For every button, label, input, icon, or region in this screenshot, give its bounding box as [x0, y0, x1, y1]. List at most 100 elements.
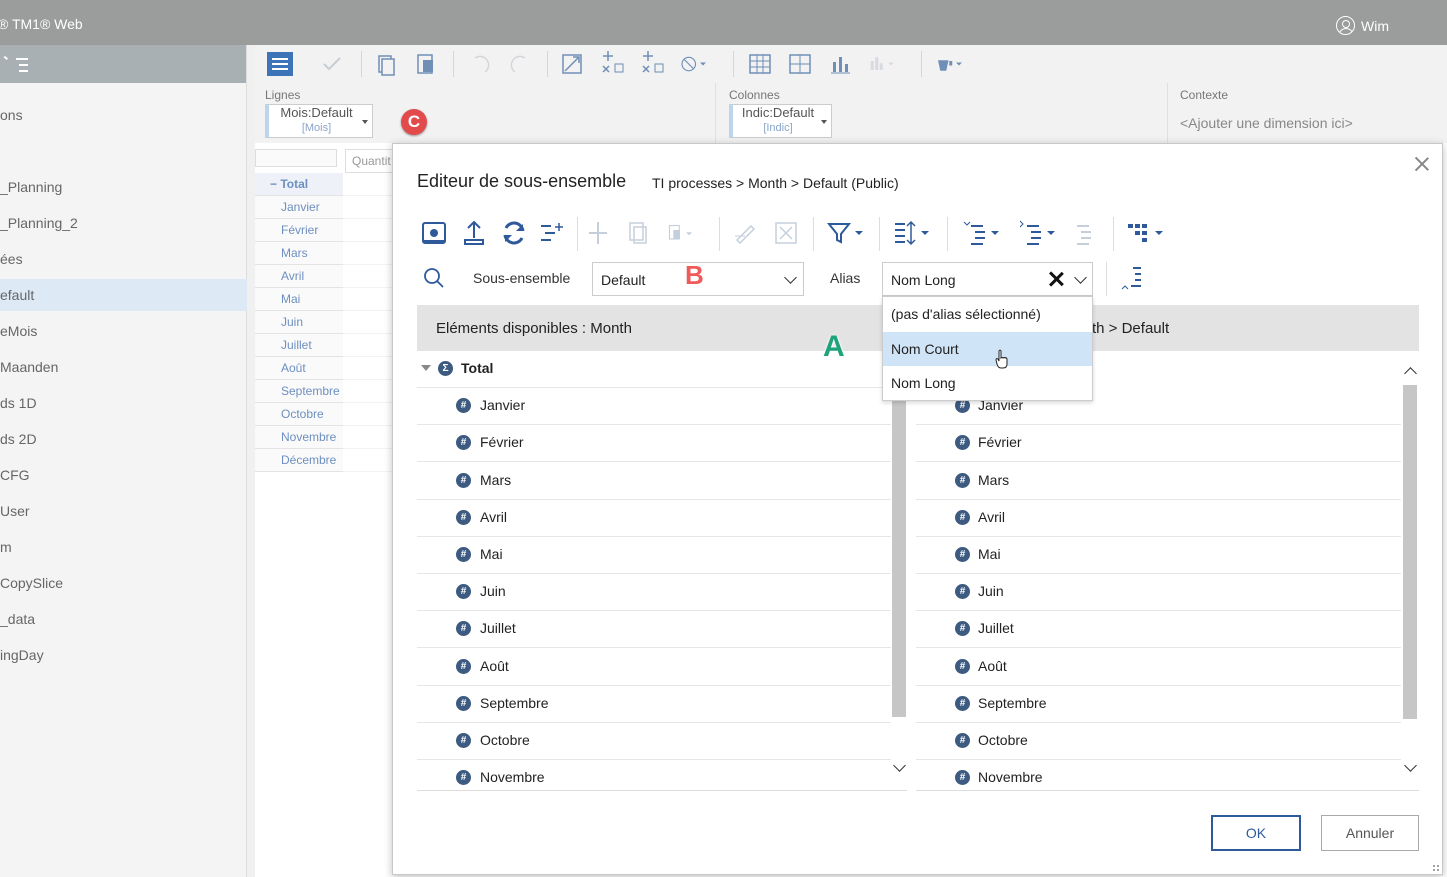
caret-down-icon[interactable]: [362, 120, 368, 124]
sidebar-splitter[interactable]: [247, 45, 255, 877]
rows-dimension-token[interactable]: Mois:Default [Mois]: [265, 104, 373, 138]
sidebar-item[interactable]: ds 2D: [0, 423, 247, 455]
grid-row-header[interactable]: Juillet: [255, 334, 343, 357]
sidebar-item[interactable]: _data: [0, 603, 247, 635]
sidebar-item[interactable]: [0, 135, 247, 167]
grid-cell[interactable]: [343, 288, 395, 311]
grid-row-header[interactable]: Novembre: [255, 426, 343, 449]
columns-dimension-token[interactable]: Indic:Default [Indic]: [729, 104, 832, 138]
grid-row-total[interactable]: − Total: [255, 173, 343, 196]
grid-row-header[interactable]: Septembre: [255, 380, 343, 403]
grid-row-header[interactable]: Juin: [255, 311, 343, 334]
user-menu[interactable]: Wim: [1336, 16, 1389, 35]
current-set-item[interactable]: # Juillet: [916, 611, 1401, 649]
available-element-item[interactable]: # Octobre: [417, 723, 891, 760]
current-set-item[interactable]: # Octobre: [916, 723, 1401, 760]
available-element-item[interactable]: # Mai: [417, 537, 891, 574]
cut-icon[interactable]: [583, 218, 613, 248]
paint-bucket-icon[interactable]: [935, 50, 965, 78]
chart-grid-icon[interactable]: [785, 50, 815, 78]
hierarchy-icon[interactable]: [1125, 218, 1167, 248]
sidebar-item[interactable]: eMois: [0, 315, 247, 347]
indent-tree-icon[interactable]: [1119, 264, 1147, 294]
available-element-item[interactable]: # Juillet: [417, 611, 891, 649]
copy-icon[interactable]: [623, 218, 653, 248]
sidebar-item[interactable]: ées: [0, 243, 247, 275]
grid-row-header[interactable]: Août: [255, 357, 343, 380]
filter-icon[interactable]: [825, 218, 867, 248]
sidebar-item[interactable]: _Planning: [0, 171, 247, 203]
copy-icon[interactable]: [371, 50, 401, 78]
grid-row-header[interactable]: Mai: [255, 288, 343, 311]
grid-cell[interactable]: [343, 403, 395, 426]
cancel-button[interactable]: Annuler: [1321, 815, 1419, 851]
suppress-zeros-rows-icon[interactable]: [597, 50, 627, 78]
available-element-item[interactable]: # Août: [417, 649, 891, 686]
tree-menu-icon[interactable]: [3, 55, 28, 75]
available-element-item[interactable]: # Juin: [417, 574, 891, 612]
grid-row-header[interactable]: Octobre: [255, 403, 343, 426]
context-drop-zone[interactable]: <Ajouter une dimension ici>: [1180, 115, 1353, 131]
chart-icon[interactable]: [825, 50, 855, 78]
available-element-item[interactable]: Σ Total: [417, 351, 891, 388]
grid-cell[interactable]: [343, 219, 395, 242]
grid-cell[interactable]: [343, 334, 395, 357]
current-set-scrollbar[interactable]: [1403, 385, 1417, 719]
edit-icon[interactable]: [731, 218, 761, 248]
alias-option-nom-court[interactable]: Nom Court: [883, 332, 1092, 366]
sidebar-item[interactable]: CopySlice: [0, 567, 247, 599]
grid-row-header[interactable]: Avril: [255, 265, 343, 288]
view-subset-icon[interactable]: [419, 218, 449, 248]
grid-cell[interactable]: [343, 242, 395, 265]
grid-cell[interactable]: [343, 265, 395, 288]
grid-cell[interactable]: [343, 196, 395, 219]
available-element-item[interactable]: # Janvier: [417, 388, 891, 426]
grid-row-header[interactable]: Février: [255, 219, 343, 242]
refresh-icon[interactable]: [499, 218, 529, 248]
sidebar-item[interactable]: ds 1D: [0, 387, 247, 419]
available-element-item[interactable]: # Septembre: [417, 686, 891, 723]
collapse-icon[interactable]: −: [270, 177, 280, 191]
grid-view-icon[interactable]: [745, 50, 775, 78]
expand-icon[interactable]: [557, 50, 587, 78]
sort-icon[interactable]: [891, 218, 933, 248]
grid-cell[interactable]: [343, 357, 395, 380]
collapse-levels-icon[interactable]: [1017, 218, 1059, 248]
sidebar-item[interactable]: _Planning_2: [0, 207, 247, 239]
expand-levels-icon[interactable]: [961, 218, 1003, 248]
alias-select[interactable]: Nom Long: [882, 262, 1093, 296]
sidebar-item[interactable]: efault: [0, 279, 247, 311]
ok-button[interactable]: OK: [1211, 815, 1301, 851]
sidebar-item[interactable]: Maanden: [0, 351, 247, 383]
close-icon[interactable]: [1412, 154, 1432, 174]
current-set-item[interactable]: # Novembre: [916, 760, 1401, 790]
undo-icon[interactable]: [465, 50, 495, 78]
redo-icon[interactable]: [505, 50, 535, 78]
delete-icon[interactable]: [771, 218, 801, 248]
sidebar-item[interactable]: ingDay: [0, 639, 247, 671]
current-set-item[interactable]: # Septembre: [916, 686, 1401, 723]
available-element-item[interactable]: # Février: [417, 425, 891, 463]
current-set-item[interactable]: # Mai: [916, 537, 1401, 574]
current-set-item[interactable]: # Mars: [916, 463, 1401, 500]
sandbox-icon[interactable]: [679, 50, 709, 78]
current-set-item[interactable]: # Juin: [916, 574, 1401, 612]
grid-cell[interactable]: [343, 311, 395, 334]
available-element-item[interactable]: # Novembre: [417, 760, 891, 790]
paste-icon[interactable]: [411, 50, 441, 78]
suppress-zeros-cols-icon[interactable]: [637, 50, 667, 78]
chart-type-icon[interactable]: [867, 50, 897, 78]
upload-icon[interactable]: [459, 218, 489, 248]
current-set-item[interactable]: # Février: [916, 425, 1401, 463]
alias-option-nom-long[interactable]: Nom Long: [883, 366, 1092, 400]
check-icon[interactable]: [317, 50, 347, 78]
outdent-icon[interactable]: [1069, 218, 1099, 248]
caret-down-icon[interactable]: [821, 120, 827, 124]
menu-icon[interactable]: [265, 50, 295, 78]
grid-cell[interactable]: [343, 426, 395, 449]
insert-member-icon[interactable]: [537, 218, 567, 248]
chevron-down-icon[interactable]: [784, 271, 797, 284]
chevron-down-icon[interactable]: [1074, 271, 1087, 284]
grid-cell[interactable]: [343, 380, 395, 403]
current-set-item[interactable]: # Avril: [916, 500, 1401, 537]
